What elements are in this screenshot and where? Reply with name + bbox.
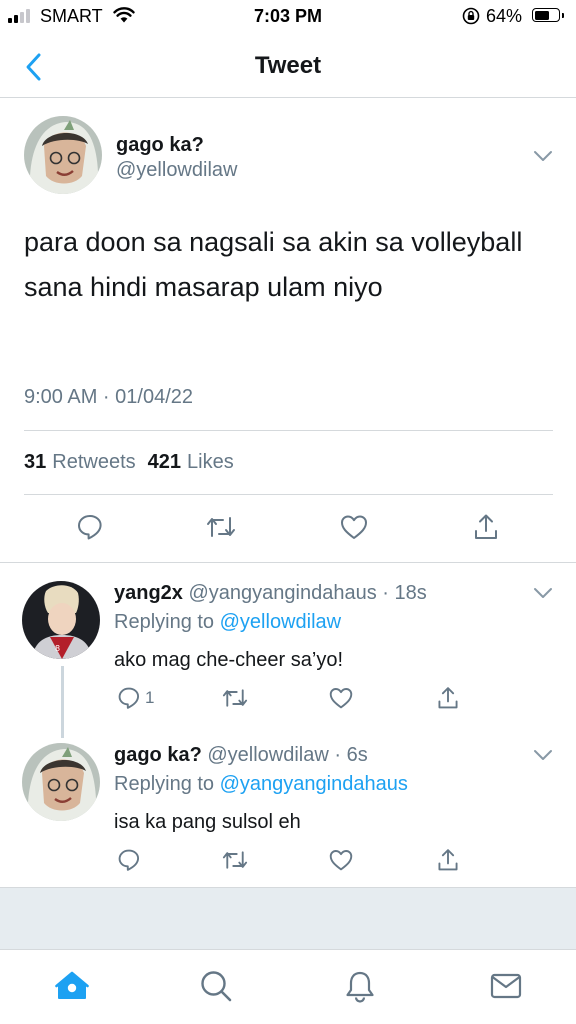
reply-icon bbox=[78, 515, 102, 540]
share-icon bbox=[438, 849, 458, 871]
display-name[interactable]: gago ka? bbox=[116, 134, 204, 157]
tweet-text: para doon sa nagsali sa akin sa volleyba… bbox=[24, 227, 523, 302]
reply-icon bbox=[118, 849, 140, 871]
retweet-button[interactable] bbox=[221, 846, 249, 874]
retweets-label: Retweets bbox=[52, 451, 136, 473]
divider bbox=[24, 494, 553, 495]
divider bbox=[24, 430, 553, 431]
share-button[interactable] bbox=[436, 684, 460, 712]
reply-actions bbox=[0, 846, 576, 874]
retweets-stat[interactable]: 31 Retweets bbox=[24, 451, 136, 474]
tab-bar bbox=[0, 949, 576, 1024]
heart-icon bbox=[329, 688, 353, 709]
user-handle[interactable]: @yangyangindahaus · 18s bbox=[189, 582, 427, 604]
share-icon bbox=[475, 514, 497, 539]
tweet-actions bbox=[0, 510, 576, 544]
retweet-icon bbox=[222, 851, 248, 869]
svg-text:8: 8 bbox=[55, 644, 60, 653]
tab-notifications[interactable] bbox=[340, 966, 380, 1006]
replying-to-link[interactable]: @yellowdilaw bbox=[220, 611, 341, 633]
reply-text: ako mag che-cheer sa’yo! bbox=[114, 649, 344, 671]
battery-icon bbox=[532, 8, 564, 22]
chevron-down-icon bbox=[534, 151, 552, 161]
likes-stat[interactable]: 421 Likes bbox=[148, 451, 234, 474]
chevron-down-icon bbox=[534, 750, 552, 760]
more-options-button[interactable] bbox=[530, 146, 556, 166]
reply-count: 1 bbox=[145, 688, 155, 707]
tweet-timestamp: 9:00 AM · 01/04/22 bbox=[24, 386, 194, 408]
user-handle[interactable]: @yellowdilaw bbox=[116, 159, 237, 182]
retweet-icon bbox=[222, 689, 248, 707]
avatar[interactable] bbox=[24, 116, 102, 194]
likes-count: 421 bbox=[147, 451, 181, 473]
more-options-button[interactable] bbox=[530, 583, 556, 603]
retweet-button[interactable] bbox=[221, 684, 249, 712]
battery-percent: 64% bbox=[486, 6, 523, 26]
reply-button[interactable] bbox=[73, 510, 107, 544]
like-button[interactable] bbox=[337, 510, 371, 544]
orientation-lock-icon bbox=[462, 7, 480, 30]
avatar[interactable] bbox=[22, 743, 100, 821]
retweets-count: 31 bbox=[24, 451, 47, 473]
tab-home[interactable] bbox=[52, 966, 92, 1006]
retweet-icon bbox=[207, 517, 235, 537]
reply-tweet[interactable]: 8 yang2x @yangyangindahaus · 18s Replyin… bbox=[0, 563, 576, 725]
page-title: Tweet bbox=[254, 52, 322, 79]
replying-to: Replying to @yellowdilaw bbox=[114, 611, 341, 634]
search-icon bbox=[201, 971, 232, 1002]
display-name[interactable]: yang2x bbox=[114, 582, 183, 604]
display-name[interactable]: gago ka? bbox=[114, 744, 202, 766]
like-button[interactable] bbox=[328, 684, 354, 712]
avatar[interactable]: 8 bbox=[22, 581, 100, 659]
nav-header: Tweet bbox=[0, 34, 576, 98]
tab-messages[interactable] bbox=[486, 966, 526, 1006]
reply-text: isa ka pang sulsol eh bbox=[114, 811, 301, 833]
heart-icon bbox=[329, 850, 353, 871]
reply-header: yang2x @yangyangindahaus · 18s bbox=[114, 582, 427, 605]
reply-tweet[interactable]: gago ka? @yellowdilaw · 6s Replying to @… bbox=[0, 725, 576, 887]
share-icon bbox=[438, 687, 458, 709]
user-handle[interactable]: @yellowdilaw · 6s bbox=[207, 744, 367, 766]
tab-search[interactable] bbox=[196, 966, 236, 1006]
replying-to-link[interactable]: @yangyangindahaus bbox=[220, 773, 408, 795]
main-tweet: gago ka? @yellowdilaw para doon sa nagsa… bbox=[0, 98, 576, 563]
notifications-icon bbox=[346, 971, 374, 1003]
share-button[interactable] bbox=[436, 846, 460, 874]
messages-icon bbox=[490, 973, 522, 999]
more-options-button[interactable] bbox=[530, 745, 556, 765]
like-button[interactable] bbox=[328, 846, 354, 874]
reply-icon bbox=[118, 687, 140, 709]
reply-actions: 1 bbox=[0, 684, 576, 712]
status-bar: SMART 7:03 PM 64% bbox=[0, 0, 576, 34]
heart-icon bbox=[341, 515, 367, 539]
replying-prefix: Replying to bbox=[114, 611, 220, 633]
chevron-down-icon bbox=[534, 588, 552, 598]
replying-prefix: Replying to bbox=[114, 773, 220, 795]
likes-label: Likes bbox=[187, 451, 234, 473]
reply-button[interactable] bbox=[117, 846, 141, 874]
share-button[interactable] bbox=[469, 510, 503, 544]
reply-header: gago ka? @yellowdilaw · 6s bbox=[114, 744, 368, 767]
reply-button[interactable]: 1 bbox=[117, 684, 154, 712]
empty-area bbox=[0, 887, 576, 949]
tweet-stats: 31 Retweets 421 Likes bbox=[24, 451, 238, 474]
replying-to: Replying to @yangyangindahaus bbox=[114, 773, 408, 796]
home-icon bbox=[55, 971, 89, 999]
retweet-button[interactable] bbox=[204, 510, 238, 544]
